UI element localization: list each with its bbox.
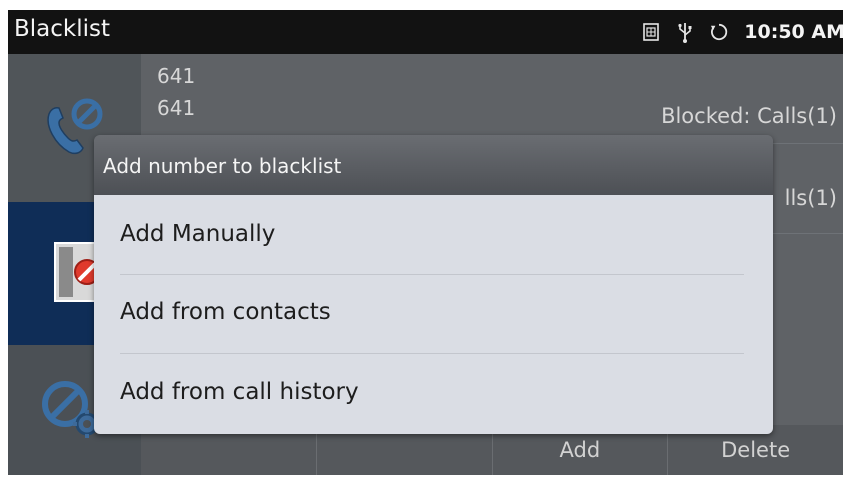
add-manually-option[interactable]: Add Manually <box>94 195 773 273</box>
list-item-name: 641 <box>157 64 196 88</box>
sim-card-icon <box>642 22 660 42</box>
usb-icon <box>676 22 694 43</box>
add-from-call-history-option[interactable]: Add from call history <box>94 353 773 431</box>
app-title: Blacklist <box>14 16 111 42</box>
list-item-status: Blocked: Calls(1) <box>661 104 837 128</box>
dialog-title: Add number to blacklist <box>94 135 773 195</box>
list-item[interactable]: 641 641 Blocked: Calls(1) <box>141 54 843 144</box>
status-bar: Blacklist 10:50 AM <box>8 10 843 54</box>
add-from-contacts-option[interactable]: Add from contacts <box>94 273 773 351</box>
status-icons: 10:50 AM <box>642 18 843 46</box>
clock-time: 10:50 AM <box>744 21 843 43</box>
dialog-options: Add Manually Add from contacts Add from … <box>94 195 773 434</box>
add-to-blacklist-dialog: Add number to blacklist Add Manually Add… <box>94 135 773 434</box>
list-item-status: lls(1) <box>784 186 837 210</box>
list-item-number: 641 <box>157 96 196 120</box>
sync-icon <box>710 22 728 42</box>
